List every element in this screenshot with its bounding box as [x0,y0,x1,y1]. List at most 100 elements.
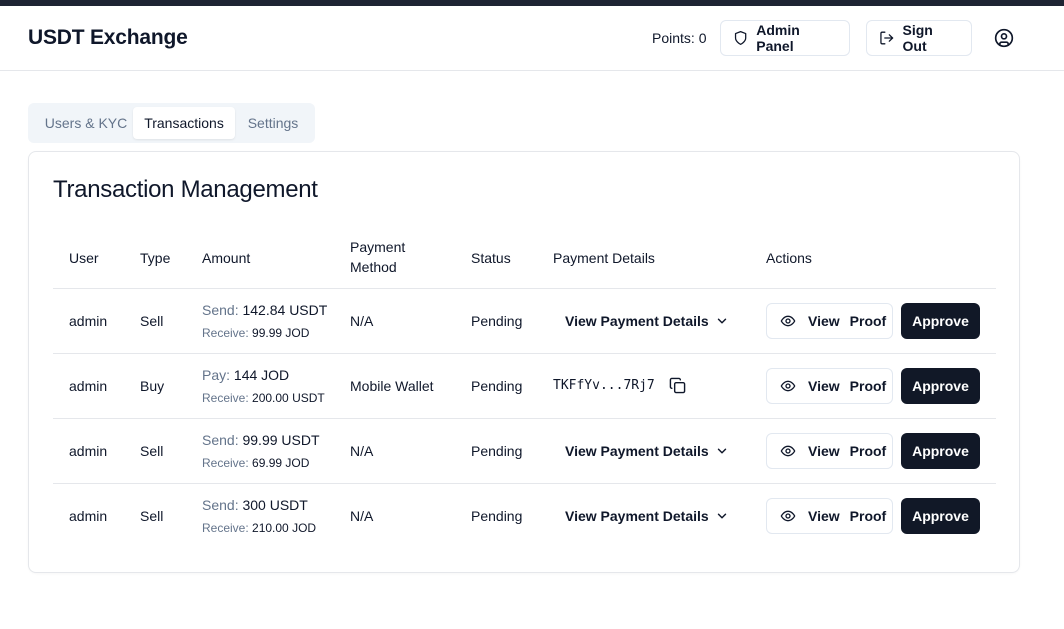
table-row: admin Sell Send: 142.84 USDT Receive: 99… [53,289,996,354]
approve-button[interactable]: Approve [901,433,980,469]
receive-label: Receive: [202,391,249,405]
col-status: Status [471,250,511,266]
admin-panel-button[interactable]: Admin Panel [720,20,850,56]
receive-label: Receive: [202,521,249,535]
chevron-down-icon [717,448,726,454]
payment-method-cell: Mobile Wallet [350,378,434,394]
table-row: admin Buy Pay: 144 JOD Receive: 200.00 U… [53,354,996,419]
col-payment-method-line1: Payment [350,239,406,255]
view-proof-word1: View [808,508,840,524]
amount-value: 99.99 USDT [242,432,320,448]
amount-value: 144 JOD [233,367,290,383]
amount-receive: Receive: 69.99 JOD [202,456,309,470]
receive-value: 210.00 JOD [252,521,317,535]
payment-method-cell: N/A [350,313,374,329]
status-cell: Pending [471,313,523,329]
receive-label: Receive: [202,456,249,470]
view-proof-button[interactable]: View Proof [766,433,893,469]
points-display: Points: 0 [652,30,707,46]
eye-icon [780,380,796,392]
view-proof-button[interactable]: View Proof [766,368,893,404]
wallet-address: TKFfYv...7Rj7 [553,377,686,394]
sign-out-button[interactable]: Sign Out [866,20,972,56]
amount-label: Send: [202,432,239,448]
brand-title: USDT Exchange [28,26,188,49]
receive-value: 99.99 JOD [252,326,310,340]
user-cell: admin [69,313,108,329]
user-cell: admin [69,378,108,394]
shield-icon [734,31,747,45]
amount-value: 300 USDT [242,497,308,513]
view-proof-word2: Proof [849,443,887,459]
col-amount: Amount [202,250,251,266]
amount-primary: Send: 99.99 USDT [202,432,320,448]
receive-value: 69.99 JOD [252,456,310,470]
amount-receive: Receive: 99.99 JOD [202,326,309,340]
amount-label: Pay: [202,367,231,383]
eye-icon [780,445,796,457]
type-cell: Sell [140,313,164,329]
card-title: Transaction Management [53,176,318,203]
user-cell: admin [69,508,108,524]
wallet-address-text: TKFfYv...7Rj7 [553,378,655,393]
col-payment-details: Payment Details [553,250,655,266]
col-actions: Actions [766,250,812,266]
view-payment-details-label: View Payment Details [565,313,709,329]
app-header: USDT Exchange Points: 0 Admin Panel Sign… [0,6,1064,71]
type-cell: Buy [140,378,165,394]
approve-button[interactable]: Approve [901,303,980,339]
tab-transactions[interactable]: Transactions [133,107,235,139]
table-row: admin Sell Send: 300 USDT Receive: 210.0… [53,484,996,549]
view-payment-details-label: View Payment Details [565,443,709,459]
eye-icon [780,315,796,327]
payment-method-cell: N/A [350,443,374,459]
transactions-table: User Type Amount Payment Method Status P… [53,228,996,549]
user-cell: admin [69,443,108,459]
amount-label: Send: [202,302,239,318]
status-cell: Pending [471,378,523,394]
table-row: admin Sell Send: 99.99 USDT Receive: 69.… [53,419,996,484]
col-payment-method-line2: Method [350,259,397,275]
view-proof-word2: Proof [849,378,887,394]
view-payment-details-button[interactable]: View Payment Details [565,508,729,524]
approve-button[interactable]: Approve [901,498,980,534]
col-user: User [69,250,99,266]
tab-users-kyc[interactable]: Users & KYC [34,107,138,139]
user-circle-icon[interactable] [994,28,1014,48]
view-payment-details-button[interactable]: View Payment Details [565,443,729,459]
payment-method-cell: N/A [350,508,374,524]
amount-primary: Pay: 144 JOD [202,367,289,383]
status-cell: Pending [471,508,523,524]
admin-panel-label: Admin Panel [756,22,800,54]
receive-value: 200.00 USDT [252,391,325,405]
transaction-management-card: Transaction Management User Type Amount … [28,151,1020,573]
copy-icon[interactable] [669,377,686,394]
receive-label: Receive: [202,326,249,340]
amount-label: Send: [202,497,239,513]
view-proof-word1: View [808,378,840,394]
chevron-down-icon [717,513,726,519]
view-proof-word2: Proof [849,508,887,524]
tab-settings[interactable]: Settings [239,107,307,139]
view-proof-button[interactable]: View Proof [766,498,893,534]
amount-value: 142.84 USDT [242,302,328,318]
status-cell: Pending [471,443,523,459]
amount-receive: Receive: 210.00 JOD [202,521,316,535]
amount-receive: Receive: 200.00 USDT [202,391,325,405]
log-out-icon [880,31,894,45]
chevron-down-icon [717,318,726,324]
view-proof-word1: View [808,313,840,329]
view-proof-word2: Proof [849,313,887,329]
admin-tabs: Users & KYC Transactions Settings [28,103,315,143]
type-cell: Sell [140,443,164,459]
approve-button[interactable]: Approve [901,368,980,404]
type-cell: Sell [140,508,164,524]
table-header: User Type Amount Payment Method Status P… [53,228,996,289]
sign-out-label: Sign Out [902,22,933,54]
view-proof-button[interactable]: View Proof [766,303,893,339]
view-payment-details-button[interactable]: View Payment Details [565,313,729,329]
view-payment-details-label: View Payment Details [565,508,709,524]
amount-primary: Send: 300 USDT [202,497,308,513]
eye-icon [780,510,796,522]
amount-primary: Send: 142.84 USDT [202,302,327,318]
